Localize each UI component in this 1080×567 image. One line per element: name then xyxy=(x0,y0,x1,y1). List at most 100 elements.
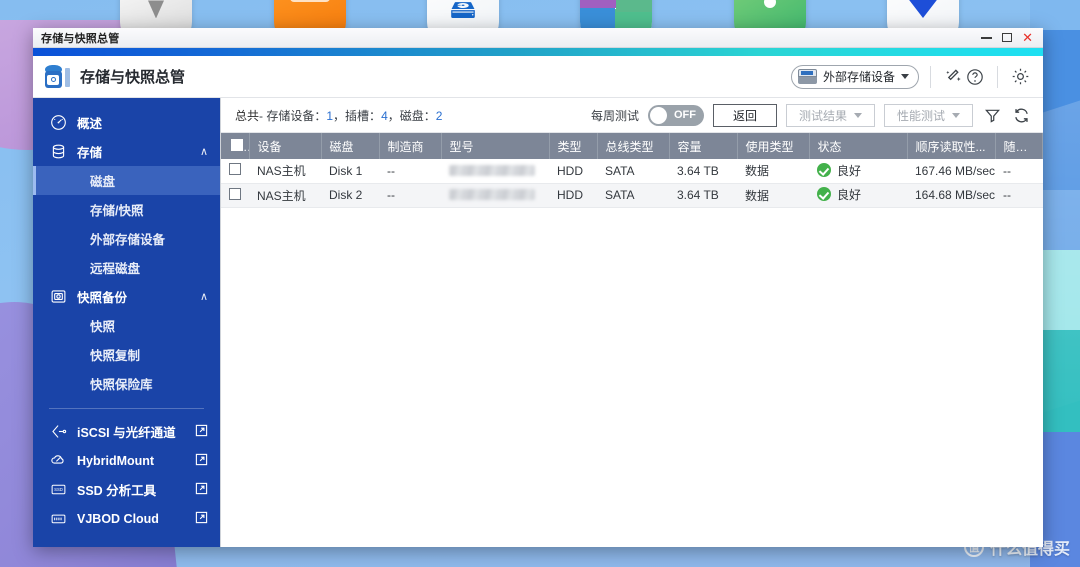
summary-slot-label: ，插槽： xyxy=(333,108,382,123)
sidebar-item-label: 远程磁盘 xyxy=(90,262,141,276)
column-header-bus[interactable]: 总线类型 xyxy=(597,133,670,159)
content-toolbar: 总共- 存储设备：1，插槽：4，磁盘：2 每周测试 OFF 返回 测试结果 性能… xyxy=(221,98,1043,133)
disk-table: 设备 磁盘 制造商 型号 类型 总线类型 容量 使用类型 状态 顺序读取性...… xyxy=(221,133,1043,208)
table-row[interactable]: NAS主机 Disk 2 -- HDD SATA 3.64 TB 数据 良好 1… xyxy=(221,183,1043,207)
performance-test-button[interactable]: 性能测试 xyxy=(883,103,973,127)
table-header: 设备 磁盘 制造商 型号 类型 总线类型 容量 使用类型 状态 顺序读取性...… xyxy=(221,133,1043,159)
external-link-icon xyxy=(195,482,208,498)
column-header-capacity[interactable]: 容量 xyxy=(669,133,738,159)
cell-usage: 数据 xyxy=(745,188,770,203)
external-link-icon xyxy=(195,453,208,469)
row-checkbox[interactable] xyxy=(229,187,241,200)
sidebar-item-storage-snapshots[interactable]: 存储/快照 xyxy=(33,195,220,224)
weekly-test-label: 每周测试 xyxy=(590,108,639,123)
row-checkbox[interactable] xyxy=(229,163,241,176)
refresh-icon[interactable] xyxy=(1011,105,1031,125)
sidebar-item-overview[interactable]: 概述 xyxy=(33,108,220,137)
summary-prefix: 总共 xyxy=(235,108,260,123)
close-button[interactable]: ✕ xyxy=(1022,31,1033,44)
back-button[interactable]: 返回 xyxy=(712,103,777,127)
chevron-down-icon xyxy=(853,112,862,118)
chevron-up-icon: ∧ xyxy=(199,146,208,158)
column-header-random-read[interactable]: 随机读取 xyxy=(995,133,1043,159)
magic-wand-icon[interactable] xyxy=(942,66,964,88)
toggle-state-label: OFF xyxy=(673,109,696,121)
gear-icon[interactable] xyxy=(1009,66,1031,88)
select-all-header[interactable] xyxy=(221,133,250,159)
row-select-cell[interactable] xyxy=(221,183,249,207)
window-tab-title: 存储与快照总管 xyxy=(41,32,120,45)
table-row[interactable]: NAS主机 Disk 1 -- HDD SATA 3.64 TB 数据 良好 1… xyxy=(221,159,1043,183)
cell-sequential-read: 164.68 MB/sec xyxy=(915,188,995,202)
redacted-model xyxy=(449,164,535,176)
storage-manager-app-icon xyxy=(44,64,70,90)
header-actions: 外部存储设备 xyxy=(790,64,1031,89)
sidebar-item-snapshot-vault[interactable]: 快照保险库 xyxy=(33,369,220,398)
page-title: 存储与快照总管 xyxy=(80,69,186,86)
window-content: 概述 存储 ∧ 磁盘 存储/快照 外部存储设备 远程磁盘 快照备份 ∧ 快照 快… xyxy=(33,98,1043,547)
sidebar-item-ssd-profiling[interactable]: SSD SSD 分析工具 xyxy=(33,475,220,504)
sidebar-item-label: 存储/快照 xyxy=(90,204,144,218)
header-divider-2 xyxy=(997,65,998,88)
cell-disk: Disk 2 xyxy=(329,188,363,202)
device-selector-dropdown[interactable]: 外部存储设备 xyxy=(790,64,919,89)
sidebar-item-vjbod-cloud[interactable]: VJBOD Cloud xyxy=(33,504,220,533)
header-divider xyxy=(930,65,931,88)
column-header-status[interactable]: 状态 xyxy=(809,133,908,159)
sidebar-item-iscsi[interactable]: iSCSI 与光纤通道 xyxy=(33,417,220,446)
sidebar-item-disks[interactable]: 磁盘 xyxy=(33,166,220,195)
sidebar-item-external-storage[interactable]: 外部存储设备 xyxy=(33,224,220,253)
column-header-disk[interactable]: 磁盘 xyxy=(321,133,380,159)
sidebar-item-label: HybridMount xyxy=(77,453,155,468)
sidebar-item-storage[interactable]: 存储 ∧ xyxy=(33,137,220,166)
column-header-model[interactable]: 型号 xyxy=(441,133,550,159)
main-panel: 总共- 存储设备：1，插槽：4，磁盘：2 每周测试 OFF 返回 测试结果 性能… xyxy=(220,98,1043,547)
external-storage-icon xyxy=(797,69,817,84)
sidebar-item-label: 快照保险库 xyxy=(90,378,153,392)
window-controls: ✕ xyxy=(981,31,1041,44)
column-header-usage[interactable]: 使用类型 xyxy=(737,133,810,159)
help-icon[interactable] xyxy=(964,66,986,88)
cell-capacity: 3.64 TB xyxy=(677,188,719,202)
sidebar-item-snapshot[interactable]: 快照 xyxy=(33,311,220,340)
sidebar-item-label: 快照 xyxy=(90,320,116,334)
cell-vendor: -- xyxy=(387,163,395,178)
select-all-checkbox[interactable] xyxy=(231,138,243,151)
cell-model xyxy=(441,159,549,183)
chevron-down-icon xyxy=(952,112,960,118)
summary-disk-label: ，磁盘： xyxy=(387,108,436,123)
column-header-type[interactable]: 类型 xyxy=(549,133,598,159)
sidebar-item-hybridmount[interactable]: HybridMount xyxy=(33,446,220,475)
sidebar-item-snapshot-backup[interactable]: 快照备份 ∧ xyxy=(33,282,220,311)
chevron-up-icon: ∧ xyxy=(199,291,208,303)
sidebar-item-remote-disk[interactable]: 远程磁盘 xyxy=(33,253,220,282)
maximize-button[interactable] xyxy=(1002,31,1013,44)
row-select-cell[interactable] xyxy=(221,159,249,183)
test-result-button[interactable]: 测试结果 xyxy=(785,103,875,127)
status-badge: 良好 xyxy=(817,186,861,203)
sidebar-item-label: iSCSI 与光纤通道 xyxy=(77,426,176,440)
window-accent-bar xyxy=(33,48,1043,56)
column-header-sequential-read[interactable]: 顺序读取性... xyxy=(907,133,996,159)
external-link-icon xyxy=(195,424,208,440)
external-link-icon xyxy=(195,511,208,527)
application-header: 存储与快照总管 外部存储设备 xyxy=(33,56,1043,98)
chevron-down-icon xyxy=(901,74,909,79)
weekly-test-toggle[interactable]: OFF xyxy=(647,104,704,126)
minimize-button[interactable] xyxy=(981,31,993,44)
cell-disk: Disk 1 xyxy=(329,163,363,178)
filter-icon[interactable] xyxy=(982,105,1002,125)
gauge-icon xyxy=(49,113,68,132)
sidebar-item-label: 存储 xyxy=(77,146,103,160)
cell-model xyxy=(441,183,549,207)
window-titlebar[interactable]: 存储与快照总管 ✕ xyxy=(33,28,1043,48)
test-result-label: 测试结果 xyxy=(798,108,847,123)
sidebar-item-snapshot-replica[interactable]: 快照复制 xyxy=(33,340,220,369)
column-header-device[interactable]: 设备 xyxy=(249,133,322,159)
toolbar-actions: 每周测试 OFF 返回 测试结果 性能测试 xyxy=(590,103,1031,127)
column-header-vendor[interactable]: 制造商 xyxy=(379,133,442,159)
snapshot-icon xyxy=(49,287,68,306)
sidebar-navigation: 概述 存储 ∧ 磁盘 存储/快照 外部存储设备 远程磁盘 快照备份 ∧ 快照 快… xyxy=(33,98,220,547)
status-badge: 良好 xyxy=(817,162,861,179)
ssd-icon: SSD xyxy=(49,480,68,499)
